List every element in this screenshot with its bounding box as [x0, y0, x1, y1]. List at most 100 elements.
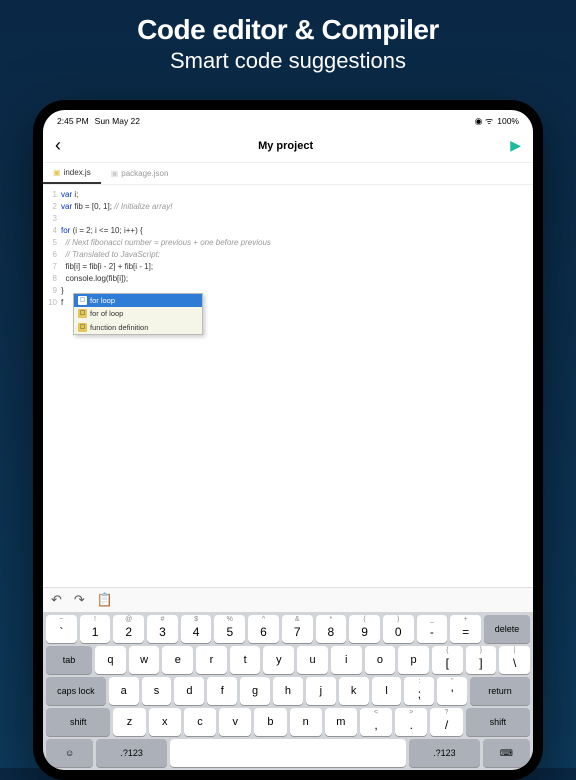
key-`[interactable]: ~`: [46, 615, 77, 643]
file-tabs: ▣ index.js ▣ package.json: [43, 163, 533, 185]
key-7[interactable]: &7: [282, 615, 313, 643]
key-u[interactable]: u: [297, 646, 328, 674]
key-5[interactable]: %5: [214, 615, 245, 643]
code-line[interactable]: console.log(fib[i]);: [61, 273, 527, 285]
line-number: 8: [43, 273, 57, 285]
key-a[interactable]: a: [109, 677, 139, 705]
caps-key[interactable]: caps lock: [46, 677, 106, 705]
key-j[interactable]: j: [306, 677, 336, 705]
key-;[interactable]: :;: [404, 677, 434, 705]
screen: 2:45 PM Sun May 22 ◉ ᯤ 100% ‹ My project…: [43, 110, 533, 770]
symbols-key[interactable]: .?123: [409, 739, 480, 767]
js-icon: ▣: [53, 168, 61, 177]
code-editor[interactable]: 12345678910 var i;var fib = [0, 1]; // I…: [43, 185, 533, 587]
key-3[interactable]: #3: [147, 615, 178, 643]
autocomplete-item[interactable]: ▢function definition: [74, 321, 202, 334]
redo-button[interactable]: ↷: [74, 592, 85, 608]
snippet-icon: ▢: [78, 323, 87, 332]
key-w[interactable]: w: [129, 646, 160, 674]
code-line[interactable]: fib[i] = fib[i - 2] + fib[i - 1];: [61, 261, 527, 273]
key-z[interactable]: z: [113, 708, 145, 736]
tablet-frame: 2:45 PM Sun May 22 ◉ ᯤ 100% ‹ My project…: [33, 100, 543, 780]
undo-button[interactable]: ↶: [51, 592, 62, 608]
key-h[interactable]: h: [273, 677, 303, 705]
tab-key[interactable]: tab: [46, 646, 92, 674]
promo-subtitle: Smart code suggestions: [20, 48, 556, 74]
key-8[interactable]: *8: [316, 615, 347, 643]
key-x[interactable]: x: [149, 708, 181, 736]
key-e[interactable]: e: [162, 646, 193, 674]
line-number: 7: [43, 261, 57, 273]
key-/[interactable]: ?/: [430, 708, 462, 736]
virtual-keyboard: ~`!1@2#3$4%5^6&7*8(9)0_-+=deletetabqwert…: [43, 612, 533, 770]
key-2[interactable]: @2: [113, 615, 144, 643]
key-4[interactable]: $4: [181, 615, 212, 643]
key-1[interactable]: !1: [80, 615, 111, 643]
run-button[interactable]: ▶: [510, 137, 521, 154]
key-t[interactable]: t: [230, 646, 261, 674]
return-key[interactable]: return: [470, 677, 530, 705]
line-number: 6: [43, 249, 57, 261]
key-d[interactable]: d: [174, 677, 204, 705]
key-v[interactable]: v: [219, 708, 251, 736]
key-p[interactable]: p: [398, 646, 429, 674]
autocomplete-item[interactable]: ▢for of loop: [74, 307, 202, 320]
key-m[interactable]: m: [325, 708, 357, 736]
code-line[interactable]: var i;: [61, 189, 527, 201]
key-=[interactable]: +=: [450, 615, 481, 643]
key-g[interactable]: g: [240, 677, 270, 705]
key-l[interactable]: l: [372, 677, 402, 705]
code-area[interactable]: var i;var fib = [0, 1]; // Initialize ar…: [61, 185, 533, 587]
line-number: 10: [43, 297, 57, 309]
key-b[interactable]: b: [254, 708, 286, 736]
code-line[interactable]: [61, 213, 527, 225]
shift-key[interactable]: shift: [466, 708, 530, 736]
tab-package-json[interactable]: ▣ package.json: [101, 163, 179, 184]
key-,[interactable]: <,: [360, 708, 392, 736]
key-9[interactable]: (9: [349, 615, 380, 643]
line-number: 1: [43, 189, 57, 201]
code-line[interactable]: // Translated to JavaScript:: [61, 249, 527, 261]
key-i[interactable]: i: [331, 646, 362, 674]
snippet-icon: ▢: [78, 309, 87, 318]
key-.[interactable]: >.: [395, 708, 427, 736]
back-button[interactable]: ‹: [55, 135, 61, 156]
key-s[interactable]: s: [142, 677, 172, 705]
key-0[interactable]: )0: [383, 615, 414, 643]
code-line[interactable]: // Next fibonacci number = previous + on…: [61, 237, 527, 249]
status-date: Sun May 22: [95, 116, 140, 126]
wifi-icon: ◉ ᯤ: [475, 114, 494, 127]
key-r[interactable]: r: [196, 646, 227, 674]
tab-index-js[interactable]: ▣ index.js: [43, 163, 101, 184]
key-n[interactable]: n: [290, 708, 322, 736]
snippet-icon: ▢: [78, 296, 87, 305]
status-battery: 100%: [497, 116, 519, 126]
key-c[interactable]: c: [184, 708, 216, 736]
code-line[interactable]: var fib = [0, 1]; // Initialize array!: [61, 201, 527, 213]
key-'[interactable]: "': [437, 677, 467, 705]
symbols-key[interactable]: .?123: [96, 739, 167, 767]
space-key[interactable]: [170, 739, 406, 767]
delete-key[interactable]: delete: [484, 615, 530, 643]
key-6[interactable]: ^6: [248, 615, 279, 643]
key-\[interactable]: |\: [499, 646, 530, 674]
nav-bar: ‹ My project ▶: [43, 129, 533, 163]
emoji-key[interactable]: ☺: [46, 739, 93, 767]
key-y[interactable]: y: [263, 646, 294, 674]
code-line[interactable]: for (i = 2; i <= 10; i++) {: [61, 225, 527, 237]
key--[interactable]: _-: [417, 615, 448, 643]
key-f[interactable]: f: [207, 677, 237, 705]
key-q[interactable]: q: [95, 646, 126, 674]
line-number: 9: [43, 285, 57, 297]
key-[[interactable]: {[: [432, 646, 463, 674]
key-k[interactable]: k: [339, 677, 369, 705]
line-number: 3: [43, 213, 57, 225]
dismiss-keyboard-key[interactable]: ⌨: [483, 739, 530, 767]
clipboard-button[interactable]: 📋: [97, 592, 113, 608]
shift-key[interactable]: shift: [46, 708, 110, 736]
key-][interactable]: }]: [466, 646, 497, 674]
editor-toolbar: ↶ ↷ 📋: [43, 587, 533, 612]
autocomplete-item[interactable]: ▢for loop: [74, 294, 202, 307]
key-o[interactable]: o: [365, 646, 396, 674]
autocomplete-label: for of loop: [90, 308, 123, 319]
